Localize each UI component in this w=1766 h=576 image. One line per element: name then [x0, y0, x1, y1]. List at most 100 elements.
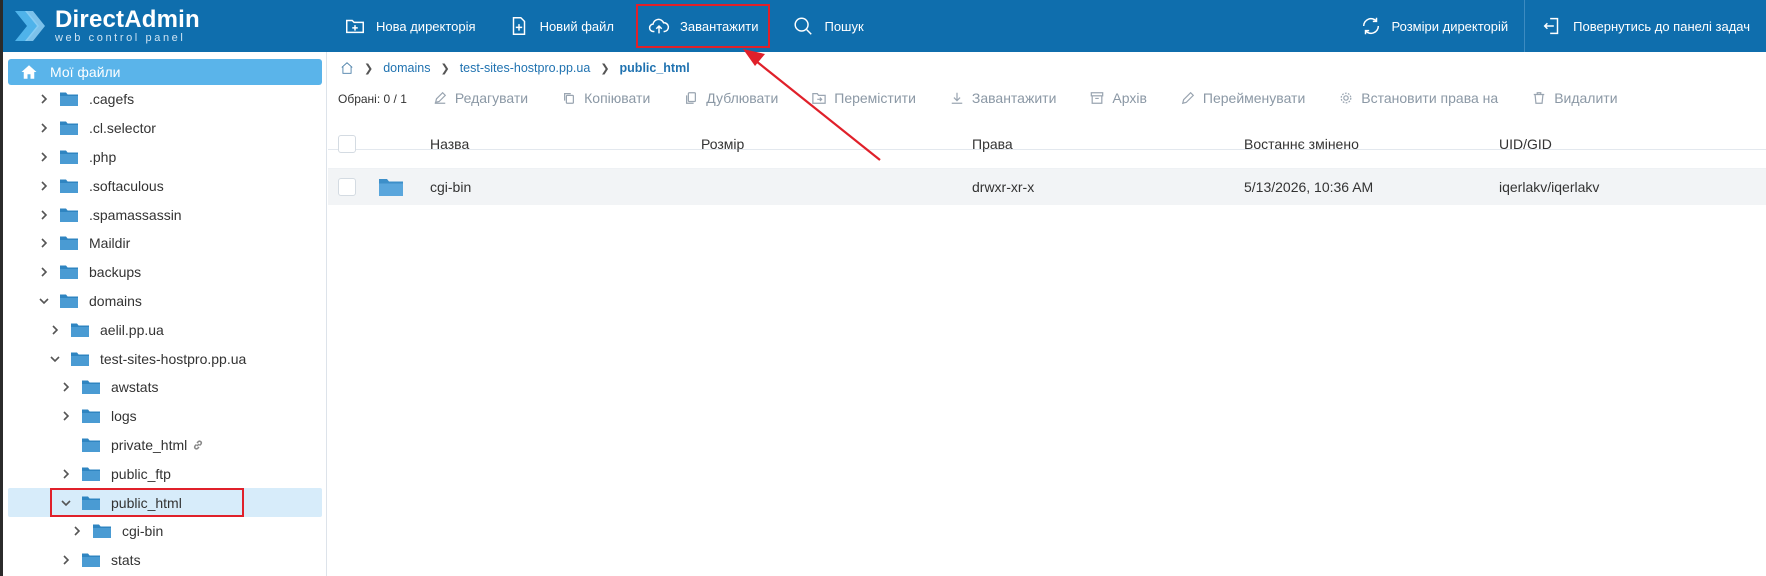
chevron-right-icon[interactable]	[37, 208, 51, 222]
tree-item-label: .php	[89, 148, 117, 165]
directory-sizes-button[interactable]: Розміри директорій	[1344, 0, 1525, 52]
breadcrumb-current: public_html	[619, 61, 690, 75]
header-name[interactable]: Назва	[430, 136, 701, 152]
chevron-down-icon[interactable]	[37, 294, 51, 308]
tree-item[interactable]: .cagefs	[3, 85, 326, 114]
search-label: Пошук	[824, 18, 864, 34]
tree-item-label: stats	[111, 552, 141, 569]
header-uid-gid[interactable]: UID/GID	[1499, 136, 1699, 152]
tree-item-label: .softaculous	[89, 177, 164, 194]
file-browser: ❯ domains ❯ test-sites-hostpro.pp.ua ❯ p…	[328, 52, 1766, 576]
tree-item[interactable]: Maildir	[3, 229, 326, 258]
chevron-right-icon[interactable]	[59, 409, 73, 423]
archive-label: Архів	[1112, 90, 1147, 106]
chevron-right-icon[interactable]	[37, 150, 51, 164]
search-button[interactable]: Пошук	[776, 0, 879, 52]
archive-button[interactable]: Архів	[1090, 90, 1147, 106]
folder-icon	[82, 380, 100, 395]
tree-item[interactable]: awstats	[3, 373, 326, 402]
tree-item[interactable]: cgi-bin	[3, 517, 326, 546]
chevron-right-icon[interactable]	[37, 92, 51, 106]
rename-label: Перейменувати	[1202, 90, 1306, 106]
set-permissions-button[interactable]: Встановити права на	[1339, 90, 1498, 106]
chevron-right-icon[interactable]	[59, 380, 73, 394]
duplicate-button[interactable]: Дублювати	[684, 90, 778, 106]
file-tree: .cagefs .cl.selector .php .softaculous .spam…	[3, 85, 326, 575]
row-name[interactable]: cgi-bin	[430, 179, 701, 195]
upload-label: Завантажити	[680, 18, 759, 34]
tree-item-label: Maildir	[89, 235, 131, 252]
duplicate-label: Дублювати	[706, 90, 779, 106]
header-size[interactable]: Розмір	[701, 136, 972, 152]
chevron-right-icon[interactable]	[37, 179, 51, 193]
chevron-right-icon[interactable]	[70, 524, 84, 538]
folder-icon	[93, 524, 111, 539]
tree-item-label: logs	[111, 408, 137, 425]
tree-item[interactable]: .spamassassin	[3, 200, 326, 229]
folder-icon	[60, 208, 78, 222]
chevron-right-icon: ❯	[600, 62, 610, 75]
tree-item[interactable]: public_ftp	[3, 459, 326, 488]
brand-subtitle: web control panel	[55, 32, 186, 44]
exit-icon	[1543, 17, 1559, 35]
edit-button[interactable]: Редагувати	[433, 90, 528, 106]
home-icon[interactable]	[340, 61, 354, 75]
trash-icon	[1533, 92, 1545, 104]
chevron-right-icon[interactable]	[37, 265, 51, 279]
folder-icon	[60, 92, 78, 107]
delete-button[interactable]: Видалити	[1532, 90, 1618, 106]
tree-item[interactable]: public_html	[8, 488, 322, 518]
copy-button[interactable]: Копіювати	[562, 90, 650, 106]
row-checkbox[interactable]	[338, 178, 356, 196]
tree-item[interactable]: logs	[3, 402, 326, 431]
header-permissions[interactable]: Права	[972, 136, 1244, 152]
move-button[interactable]: Перемістити	[812, 90, 916, 106]
tree-item-label: backups	[89, 264, 142, 281]
rename-button[interactable]: Перейменувати	[1181, 90, 1305, 106]
chevron-right-icon[interactable]	[59, 467, 73, 481]
download-button[interactable]: Завантажити	[950, 90, 1057, 106]
tree-item[interactable]: .softaculous	[3, 171, 326, 200]
header-modified[interactable]: Востаннє змінено	[1244, 136, 1499, 152]
tree-item[interactable]: backups	[3, 258, 326, 287]
row-modified: 5/13/2026, 10:36 AM	[1244, 179, 1374, 195]
cloud-upload-icon	[648, 18, 670, 34]
tree-item-label: .spamassassin	[89, 206, 182, 223]
table-row[interactable]: cgi-bin drwxr-xr-x 5/13/2026, 10:36 AM i…	[328, 169, 1766, 205]
download-label: Завантажити	[971, 90, 1057, 106]
tree-item[interactable]: stats	[3, 546, 326, 575]
tree-item[interactable]: .cl.selector	[3, 114, 326, 143]
new-file-label: Новий файл	[539, 18, 614, 34]
search-icon	[794, 17, 813, 35]
copy-label: Копіювати	[584, 90, 651, 106]
tree-item-label: cgi-bin	[122, 523, 164, 540]
chevron-right-icon[interactable]	[37, 121, 51, 135]
new-directory-button[interactable]: Нова директорія	[328, 0, 492, 52]
folder-icon	[60, 179, 78, 193]
breadcrumb-test-sites[interactable]: test-sites-hostpro.pp.ua	[460, 61, 591, 75]
tree-item[interactable]: aelil.pp.ua	[3, 315, 326, 344]
tree-item-label: aelil.pp.ua	[100, 321, 164, 338]
tree-item[interactable]: test-sites-hostpro.pp.ua	[3, 344, 326, 373]
tree-item-label: .cagefs	[89, 91, 135, 108]
new-file-button[interactable]: Новий файл	[492, 0, 630, 52]
tree-item[interactable]: .php	[3, 143, 326, 172]
chevron-right-icon[interactable]	[59, 553, 73, 567]
chevron-right-icon	[59, 438, 73, 452]
move-label: Перемістити	[834, 90, 916, 106]
logo[interactable]: DirectAdmin web control panel	[3, 0, 328, 52]
upload-button[interactable]: Завантажити	[632, 0, 774, 52]
duplicate-icon	[686, 92, 697, 104]
folder-icon	[82, 553, 100, 568]
chevron-right-icon[interactable]	[37, 236, 51, 250]
folder-icon	[60, 236, 78, 251]
chevron-down-icon[interactable]	[48, 352, 62, 366]
back-to-dashboard-button[interactable]: Повернутись до панелі задач	[1525, 0, 1766, 52]
sidebar-item-my-files[interactable]: Мої файли	[8, 59, 322, 85]
select-all-checkbox[interactable]	[338, 134, 356, 153]
breadcrumb-domains[interactable]: domains	[383, 61, 430, 75]
tree-item[interactable]: domains	[3, 287, 326, 316]
chevron-right-icon[interactable]	[48, 323, 62, 337]
tree-item[interactable]: private_html	[3, 431, 326, 460]
row-permissions: drwxr-xr-x	[972, 179, 1035, 195]
